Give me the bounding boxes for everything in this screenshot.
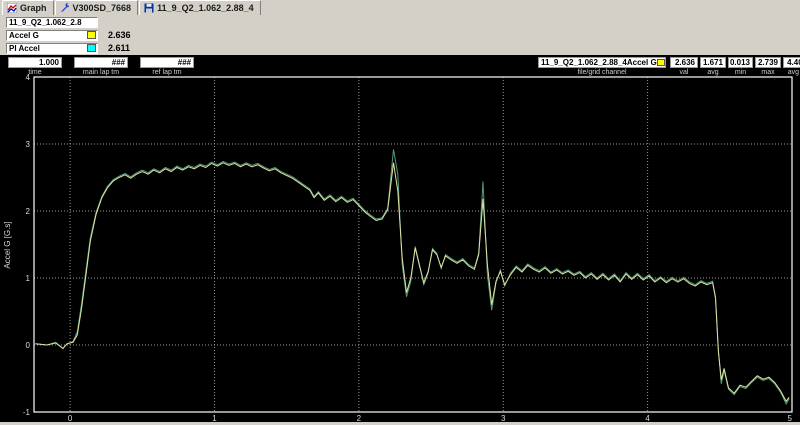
y-tick-label: 0 xyxy=(26,341,31,350)
channel-button-accel-g[interactable]: Accel G xyxy=(6,30,98,41)
y-tick-label: 1 xyxy=(26,274,31,283)
channel-file-name: 11_9_Q2_1.062_2.88_4 xyxy=(541,58,627,67)
channel-color-chip xyxy=(87,44,96,52)
graph-panel: 1.000 time ### main lap tm ### ref lap t… xyxy=(0,55,800,425)
active-file-box[interactable]: 11_9_Q2_1.062_2.8 xyxy=(6,17,98,28)
active-file-label: 11_9_Q2_1.062_2.8 xyxy=(9,18,82,27)
channel-legend-panel: 11_9_Q2_1.062_2.8 Accel G 2.636 PI Accel… xyxy=(0,15,800,55)
channel-value: 2.636 xyxy=(108,30,131,40)
y-axis-label: Accel G [G.s] xyxy=(3,221,12,268)
y-tick-label: 2 xyxy=(26,207,31,216)
min-value: 0.013 xyxy=(728,57,753,68)
tab-graph[interactable]: Graph xyxy=(2,0,54,15)
tab-run-file[interactable]: 11_9_Q2_1.062_2.88_4 xyxy=(139,0,261,15)
graph-icon xyxy=(7,3,17,13)
datalink-graph-window: { "tabs": [ {"label": "Graph"}, {"label"… xyxy=(0,0,800,425)
floppy-disk-icon xyxy=(144,3,154,13)
y-tick-label: 4 xyxy=(26,73,31,82)
channel-button-pi-accel[interactable]: PI Accel xyxy=(6,43,98,54)
channel-name: Accel G xyxy=(9,31,39,40)
y-tick-label: 3 xyxy=(26,140,31,149)
avg-value: 1.671 xyxy=(700,57,726,68)
val-value: 2.636 xyxy=(670,57,698,68)
tab-bar: Graph V300SD_7668 11_9_Q2_1.062_2.88_4 xyxy=(0,0,800,15)
tab-label: V300SD_7668 xyxy=(73,3,132,13)
channel-name: Accel G xyxy=(627,58,657,67)
wrench-icon xyxy=(60,3,70,13)
graph-plot-area[interactable]: -101234012345Accel G [G.s] xyxy=(0,73,800,425)
plot-border xyxy=(34,77,792,412)
main-lap-time-value[interactable]: ### xyxy=(74,57,128,68)
trace-pi-accel xyxy=(35,149,789,404)
time-value[interactable]: 1.000 xyxy=(8,57,62,68)
trace-accel-g xyxy=(35,163,789,401)
tab-config-file[interactable]: V300SD_7668 xyxy=(55,0,139,15)
channel-color-chip xyxy=(657,59,665,66)
channel-color-chip xyxy=(87,31,96,39)
ref-lap-time-value[interactable]: ### xyxy=(140,57,194,68)
tab-label: Graph xyxy=(20,3,47,13)
avg-time-value: 4.40043 xyxy=(783,57,800,68)
y-tick-label: -1 xyxy=(23,408,31,417)
file-grid-channel-box[interactable]: 11_9_Q2_1.062_2.88_4 Accel G xyxy=(538,57,666,68)
channel-value: 2.611 xyxy=(108,43,130,53)
channel-name: PI Accel xyxy=(9,44,40,53)
tab-label: 11_9_Q2_1.062_2.88_4 xyxy=(157,3,254,13)
